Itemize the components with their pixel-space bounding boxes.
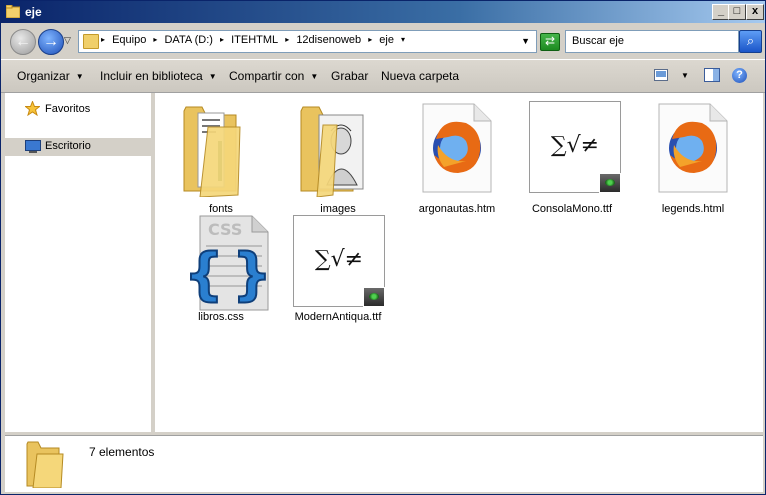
chevron-icon[interactable]: ▾ bbox=[401, 35, 405, 44]
search-placeholder: Buscar eje bbox=[572, 35, 624, 47]
file-name: images bbox=[320, 203, 356, 215]
chevron-down-icon: ▼ bbox=[310, 72, 319, 81]
file-item-fonts[interactable]: fonts bbox=[166, 101, 276, 215]
file-list: fonts images argonautas.htm ∑√≠ ConsolaM… bbox=[155, 93, 763, 432]
file-item-legends[interactable]: legends.html bbox=[638, 101, 748, 215]
search-button[interactable]: ⌕ bbox=[739, 30, 762, 53]
preview-pane-icon[interactable] bbox=[704, 68, 720, 82]
search-icon: ⌕ bbox=[746, 33, 755, 48]
item-count: 7 elementos bbox=[89, 445, 155, 459]
breadcrumb-item[interactable]: Equipo bbox=[112, 34, 146, 46]
font-preview-thumbnail: ∑√≠ bbox=[293, 215, 385, 307]
font-preview-glyphs: ∑√≠ bbox=[550, 133, 600, 158]
file-name: argonautas.htm bbox=[418, 203, 496, 215]
folder-icon bbox=[6, 5, 20, 18]
help-button[interactable]: ? bbox=[732, 68, 747, 83]
file-item-consolamono[interactable]: ∑√≠ ConsolaMono.ttf bbox=[517, 101, 627, 215]
organize-menu[interactable]: Organizar ▼ bbox=[17, 69, 84, 83]
breadcrumb-item[interactable]: ITEHTML bbox=[231, 34, 278, 46]
back-arrow-icon: ← bbox=[15, 33, 31, 50]
eye-icon bbox=[363, 287, 385, 307]
maximize-button[interactable]: □ bbox=[728, 4, 746, 20]
file-item-argonautas[interactable]: argonautas.htm bbox=[402, 101, 512, 215]
nav-item-escritorio[interactable]: Escritorio bbox=[5, 138, 151, 156]
breadcrumb-item[interactable]: 12disenoweb bbox=[296, 34, 361, 46]
folder-icon bbox=[83, 34, 99, 49]
refresh-button[interactable]: ⇄ bbox=[540, 33, 560, 51]
breadcrumb-item[interactable]: eje bbox=[379, 34, 394, 46]
svg-text:}: } bbox=[232, 242, 270, 307]
nav-item-label: Escritorio bbox=[45, 140, 91, 152]
organize-label: Organizar bbox=[17, 69, 70, 83]
share-label: Compartir con bbox=[229, 69, 305, 83]
back-button[interactable]: ← bbox=[10, 29, 36, 55]
chevron-icon[interactable]: ▸ bbox=[101, 35, 105, 44]
star-icon bbox=[25, 101, 40, 116]
file-name: libros.css bbox=[198, 311, 244, 323]
explorer-window: eje _ □ x ← → ▽ ▸ Equipo ▸ DATA (D:) ▸ I… bbox=[0, 0, 766, 495]
folder-icon bbox=[300, 106, 364, 197]
address-dropdown-icon[interactable]: ▼ bbox=[521, 36, 530, 46]
breadcrumb-item[interactable]: DATA (D:) bbox=[164, 34, 212, 46]
file-name: legends.html bbox=[661, 203, 725, 215]
window-title: eje bbox=[25, 5, 42, 19]
change-view-icon[interactable] bbox=[654, 69, 668, 81]
command-bar: Organizar ▼ Incluir en biblioteca ▼ Compar… bbox=[1, 59, 765, 93]
chevron-icon[interactable]: ▸ bbox=[153, 35, 157, 44]
details-pane: 7 elementos bbox=[5, 435, 763, 492]
css-badge: CSS bbox=[208, 220, 242, 239]
file-name: ModernAntiqua.ttf bbox=[294, 311, 382, 323]
eye-icon bbox=[599, 173, 621, 193]
file-item-modernantiqua[interactable]: ∑√≠ ModernAntiqua.ttf bbox=[283, 215, 393, 325]
view-options-dropdown[interactable]: ▼ bbox=[681, 71, 689, 80]
nav-item-favoritos[interactable]: Favoritos bbox=[5, 101, 151, 119]
title-bar[interactable]: eje _ □ x bbox=[1, 1, 765, 23]
firefox-document-icon bbox=[422, 103, 492, 193]
desktop-icon bbox=[25, 140, 41, 153]
include-label: Incluir en biblioteca bbox=[100, 69, 203, 83]
breadcrumb: ▸ Equipo ▸ DATA (D:) ▸ ITEHTML ▸ 12disen… bbox=[101, 34, 409, 46]
font-preview-glyphs: ∑√≠ bbox=[314, 247, 364, 272]
refresh-icon: ⇄ bbox=[544, 34, 556, 48]
navigation-pane: Favoritos Escritorio bbox=[5, 93, 152, 432]
file-item-libros[interactable]: CSS { } libros.css bbox=[166, 215, 276, 325]
file-name: fonts bbox=[209, 203, 233, 215]
folder-icon bbox=[183, 106, 241, 197]
firefox-document-icon bbox=[658, 103, 728, 193]
forward-arrow-icon: → bbox=[43, 33, 59, 50]
chevron-down-icon: ▼ bbox=[208, 72, 217, 81]
font-preview-thumbnail: ∑√≠ bbox=[529, 101, 621, 193]
include-library-menu[interactable]: Incluir en biblioteca ▼ bbox=[100, 69, 217, 83]
file-item-images[interactable]: images bbox=[283, 101, 393, 215]
chevron-icon[interactable]: ▸ bbox=[285, 35, 289, 44]
svg-text:{: { bbox=[188, 242, 224, 307]
nav-item-label: Favoritos bbox=[45, 103, 91, 115]
chevron-icon[interactable]: ▸ bbox=[368, 35, 372, 44]
new-folder-button[interactable]: Nueva carpeta bbox=[381, 69, 459, 83]
navigation-bar: ← → ▽ ▸ Equipo ▸ DATA (D:) ▸ ITEHTML ▸ 1… bbox=[1, 23, 765, 59]
css-file-icon: CSS { } bbox=[188, 215, 270, 311]
address-bar[interactable]: ▸ Equipo ▸ DATA (D:) ▸ ITEHTML ▸ 12disen… bbox=[78, 30, 537, 53]
file-name: ConsolaMono.ttf bbox=[531, 203, 613, 215]
recent-pages-dropdown[interactable]: ▽ bbox=[64, 35, 71, 46]
close-button[interactable]: x bbox=[746, 4, 764, 20]
chevron-down-icon: ▼ bbox=[75, 72, 84, 81]
share-menu[interactable]: Compartir con ▼ bbox=[229, 69, 318, 83]
burn-button[interactable]: Grabar bbox=[331, 69, 368, 83]
search-input[interactable]: Buscar eje bbox=[565, 30, 739, 53]
folder-icon bbox=[26, 441, 64, 488]
forward-button[interactable]: → bbox=[38, 29, 64, 55]
chevron-icon[interactable]: ▸ bbox=[220, 35, 224, 44]
